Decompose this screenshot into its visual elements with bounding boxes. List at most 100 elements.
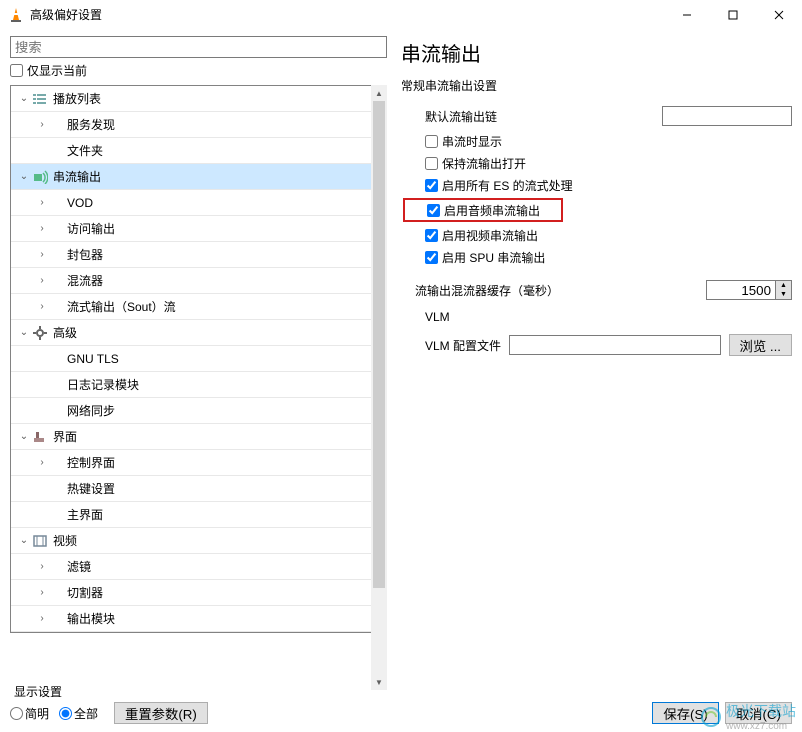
- highlighted-option: 启用音频串流输出: [403, 198, 563, 222]
- category-tree[interactable]: ⌄ 播放列表 › 服务发现 ·文件夹 ⌄ 串流输出 › VOD › 访问输出 › 封包器 › 混流器 › 流式输…: [10, 85, 387, 633]
- left-panel: 仅显示当前 ⌄ 播放列表 › 服务发现 ·文件夹 ⌄ 串流输出 › VOD › 访问输出 › 封包器 › 混…: [10, 36, 387, 690]
- browse-button[interactable]: 浏览 ...: [729, 334, 792, 356]
- vlm-group-title: VLM: [425, 310, 792, 324]
- check-keep-open[interactable]: 保持流输出打开: [425, 154, 792, 172]
- chevron-down-icon[interactable]: ⌄: [17, 171, 31, 182]
- tree-item-label: 服务发现: [67, 116, 115, 133]
- tree-item[interactable]: ·文件夹: [11, 138, 386, 164]
- tree-item-label: 视频: [53, 532, 77, 549]
- vlc-icon: [8, 7, 24, 23]
- reset-button[interactable]: 重置参数(R): [114, 702, 208, 724]
- tree-item[interactable]: ⌄ 串流输出: [11, 164, 386, 190]
- tree-item[interactable]: › 滤镜: [11, 554, 386, 580]
- tree-item-label: 滤镜: [67, 558, 91, 575]
- chevron-down-icon[interactable]: ⌄: [17, 431, 31, 442]
- mux-value-input[interactable]: [706, 280, 776, 300]
- radio-all[interactable]: 全部: [59, 705, 98, 722]
- tree-item-label: 串流输出: [53, 168, 101, 185]
- tree-item[interactable]: › 封包器: [11, 242, 386, 268]
- mux-label: 流输出混流器缓存（毫秒）: [415, 282, 559, 299]
- chevron-right-icon[interactable]: ›: [35, 301, 49, 312]
- vlm-config-label: VLM 配置文件: [425, 337, 501, 354]
- tree-item-label: 输出模块: [67, 610, 115, 627]
- tree-item[interactable]: ⌄ 播放列表: [11, 86, 386, 112]
- tree-item[interactable]: › 流式输出（Sout）流: [11, 294, 386, 320]
- display-settings-label: 显示设置: [14, 683, 208, 700]
- tree-item[interactable]: ·网络同步: [11, 398, 386, 424]
- stream-icon: [31, 169, 49, 185]
- chevron-down-icon[interactable]: ⌄: [17, 535, 31, 546]
- tree-item[interactable]: › VOD: [11, 190, 386, 216]
- tree-item[interactable]: › 访问输出: [11, 216, 386, 242]
- right-panel: 串流输出 常规串流输出设置 默认流输出链 串流时显示 保持流输出打开 启用所有 …: [387, 36, 792, 690]
- tree-item-label: 日志记录模块: [67, 376, 139, 393]
- tree-item-label: 流式输出（Sout）流: [67, 298, 176, 315]
- scroll-up-icon[interactable]: ▲: [371, 85, 387, 101]
- page-title: 串流输出: [401, 38, 792, 67]
- check-stream-display[interactable]: 串流时显示: [425, 132, 792, 150]
- tree-item[interactable]: ⌄ 界面: [11, 424, 386, 450]
- tree-item-label: 主界面: [67, 506, 103, 523]
- tree-item-label: 切割器: [67, 584, 103, 601]
- tree-item-label: 文件夹: [67, 142, 103, 159]
- chevron-right-icon[interactable]: ›: [35, 249, 49, 260]
- chevron-down-icon[interactable]: ⌄: [17, 93, 31, 104]
- search-input[interactable]: [10, 36, 387, 58]
- bottom-bar: 显示设置 简明 全部 重置参数(R) 保存(S) 取消(C): [10, 684, 792, 724]
- brush-icon: [31, 429, 49, 445]
- tree-item-label: 控制界面: [67, 454, 115, 471]
- tree-item[interactable]: ·日志记录模块: [11, 372, 386, 398]
- check-audio-stream[interactable]: [427, 204, 440, 217]
- chevron-right-icon[interactable]: ›: [35, 561, 49, 572]
- minimize-button[interactable]: [664, 0, 710, 30]
- tree-item-label: 界面: [53, 428, 77, 445]
- tree-item[interactable]: › 切割器: [11, 580, 386, 606]
- chain-input[interactable]: [662, 106, 792, 126]
- chevron-right-icon[interactable]: ›: [35, 119, 49, 130]
- tree-item-label: GNU TLS: [67, 352, 119, 366]
- tree-item-label: 混流器: [67, 272, 103, 289]
- save-button[interactable]: 保存(S): [652, 702, 718, 724]
- show-current-checkbox[interactable]: 仅显示当前: [10, 62, 387, 79]
- tree-item[interactable]: ·主界面: [11, 502, 386, 528]
- tree-item-label: 封包器: [67, 246, 103, 263]
- tree-item-label: 访问输出: [67, 220, 115, 237]
- cancel-button[interactable]: 取消(C): [725, 702, 792, 724]
- list-icon: [31, 91, 49, 107]
- tree-item[interactable]: ·热键设置: [11, 476, 386, 502]
- chevron-right-icon[interactable]: ›: [35, 197, 49, 208]
- check-video-stream[interactable]: 启用视频串流输出: [425, 226, 792, 244]
- check-all-es[interactable]: 启用所有 ES 的流式处理: [425, 176, 792, 194]
- tree-item-label: 网络同步: [67, 402, 115, 419]
- chevron-right-icon[interactable]: ›: [35, 223, 49, 234]
- tree-scrollbar[interactable]: ▲ ▼: [371, 85, 387, 690]
- vlm-config-input[interactable]: [509, 335, 721, 355]
- close-button[interactable]: [756, 0, 802, 30]
- tree-item-label: VOD: [67, 196, 93, 210]
- chevron-right-icon[interactable]: ›: [35, 275, 49, 286]
- tree-item[interactable]: ⌄ 高级: [11, 320, 386, 346]
- gear-icon: [31, 325, 49, 341]
- tree-item[interactable]: › 输出模块: [11, 606, 386, 632]
- check-spu-stream[interactable]: 启用 SPU 串流输出: [425, 248, 792, 266]
- show-current-label: 仅显示当前: [27, 62, 87, 79]
- section-subhead: 常规串流输出设置: [401, 77, 792, 94]
- tree-item[interactable]: › 混流器: [11, 268, 386, 294]
- tree-item[interactable]: › 服务发现: [11, 112, 386, 138]
- tree-item-label: 热键设置: [67, 480, 115, 497]
- radio-simple[interactable]: 简明: [10, 705, 49, 722]
- titlebar: 高级偏好设置: [0, 0, 802, 30]
- chevron-right-icon[interactable]: ›: [35, 457, 49, 468]
- maximize-button[interactable]: [710, 0, 756, 30]
- tree-item-label: 播放列表: [53, 90, 101, 107]
- chevron-right-icon[interactable]: ›: [35, 613, 49, 624]
- chain-label: 默认流输出链: [425, 108, 497, 125]
- chevron-right-icon[interactable]: ›: [35, 587, 49, 598]
- tree-item[interactable]: ·GNU TLS: [11, 346, 386, 372]
- tree-item[interactable]: ⌄ 视频: [11, 528, 386, 554]
- window-title: 高级偏好设置: [30, 6, 664, 23]
- chevron-down-icon[interactable]: ⌄: [17, 327, 31, 338]
- tree-item[interactable]: › 控制界面: [11, 450, 386, 476]
- tree-item-label: 高级: [53, 324, 77, 341]
- mux-spinner[interactable]: ▲▼: [776, 280, 792, 300]
